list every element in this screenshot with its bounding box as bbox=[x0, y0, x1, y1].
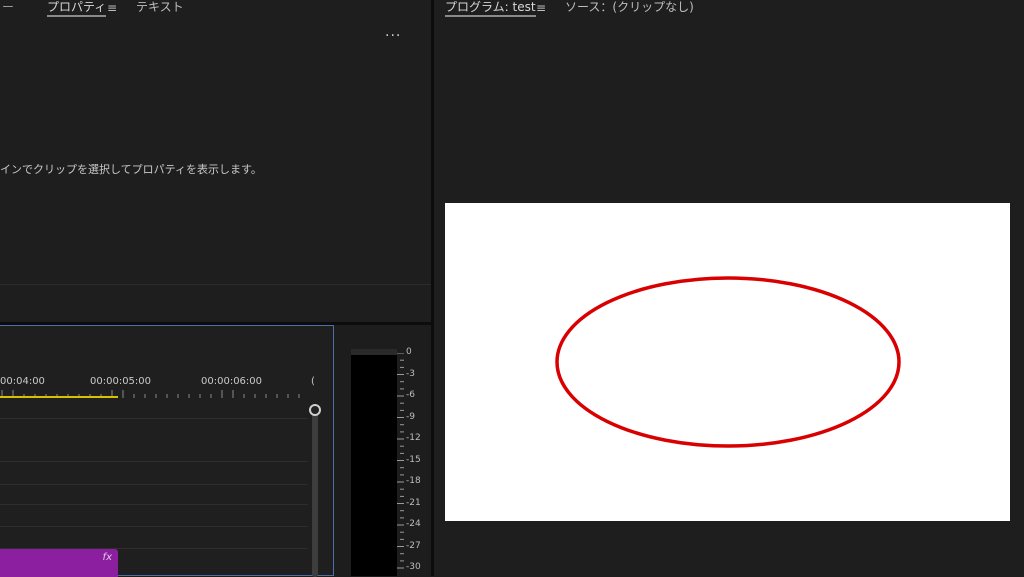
track-divider bbox=[0, 461, 308, 462]
timeline-panel[interactable]: 00:04:00 00:00:05:00 00:00:06:00 ( fx bbox=[0, 325, 334, 577]
db-label: -18 bbox=[406, 476, 421, 486]
audio-meter-bar bbox=[351, 349, 397, 576]
vertical-scrollbar[interactable] bbox=[312, 406, 318, 577]
db-label: -9 bbox=[406, 411, 415, 422]
timecode-label: ( bbox=[311, 376, 315, 387]
tab-previous[interactable]: ー bbox=[2, 0, 14, 14]
db-label: -24 bbox=[406, 519, 421, 529]
track-divider bbox=[0, 504, 308, 505]
video-canvas bbox=[555, 276, 901, 448]
track-divider bbox=[0, 418, 308, 419]
tab-program-label: プログラム: test bbox=[445, 0, 536, 14]
tab-properties[interactable]: プロパティ bbox=[47, 0, 107, 17]
panel-separator bbox=[0, 284, 431, 285]
audio-meter-panel: 0 -3 -6 -9 -12 -15 -18 -21 -24 -27 -30 bbox=[337, 325, 431, 576]
timecode-label: 00:00:06:00 bbox=[201, 376, 263, 387]
timeline-clip[interactable]: fx bbox=[0, 549, 118, 577]
db-label: 0 bbox=[406, 347, 412, 357]
tab-program[interactable]: プログラム: test bbox=[445, 0, 536, 17]
db-label: -12 bbox=[406, 433, 421, 443]
more-options-icon[interactable]: ··· bbox=[385, 28, 401, 44]
panel-menu-icon[interactable]: ≡ bbox=[107, 1, 117, 15]
db-label: -6 bbox=[406, 390, 415, 400]
panel-menu-icon[interactable]: ≡ bbox=[536, 1, 546, 15]
properties-empty-message: インでクリップを選択してプロパティを表示します。 bbox=[0, 163, 262, 176]
active-tab-underline bbox=[445, 15, 536, 17]
timecode-label: 00:00:05:00 bbox=[90, 376, 152, 387]
tab-properties-label: プロパティ bbox=[47, 0, 107, 14]
db-label: -3 bbox=[406, 368, 415, 379]
db-label: -21 bbox=[406, 497, 421, 508]
active-tab-underline bbox=[47, 15, 107, 17]
audio-peak-indicator[interactable] bbox=[351, 349, 397, 355]
ellipse-shape[interactable] bbox=[555, 276, 901, 448]
tab-source[interactable]: ソース：(クリップなし) bbox=[565, 0, 694, 14]
track-divider bbox=[0, 526, 308, 527]
tab-text[interactable]: テキスト bbox=[136, 0, 184, 14]
work-area-bar[interactable] bbox=[0, 396, 118, 398]
db-scale-ticks bbox=[397, 353, 404, 569]
program-video-frame[interactable] bbox=[445, 203, 1010, 521]
fx-badge: fx bbox=[102, 552, 112, 563]
timecode-label: 00:04:00 bbox=[0, 376, 45, 387]
db-label: -27 bbox=[406, 540, 421, 551]
db-label: -15 bbox=[406, 454, 421, 465]
track-divider bbox=[0, 484, 308, 485]
properties-panel: ー プロパティ ≡ テキスト ··· インでクリップを選択してプロパティを表示し… bbox=[0, 0, 431, 322]
db-label: -30 bbox=[406, 562, 421, 572]
scrollbar-handle[interactable] bbox=[309, 404, 321, 416]
